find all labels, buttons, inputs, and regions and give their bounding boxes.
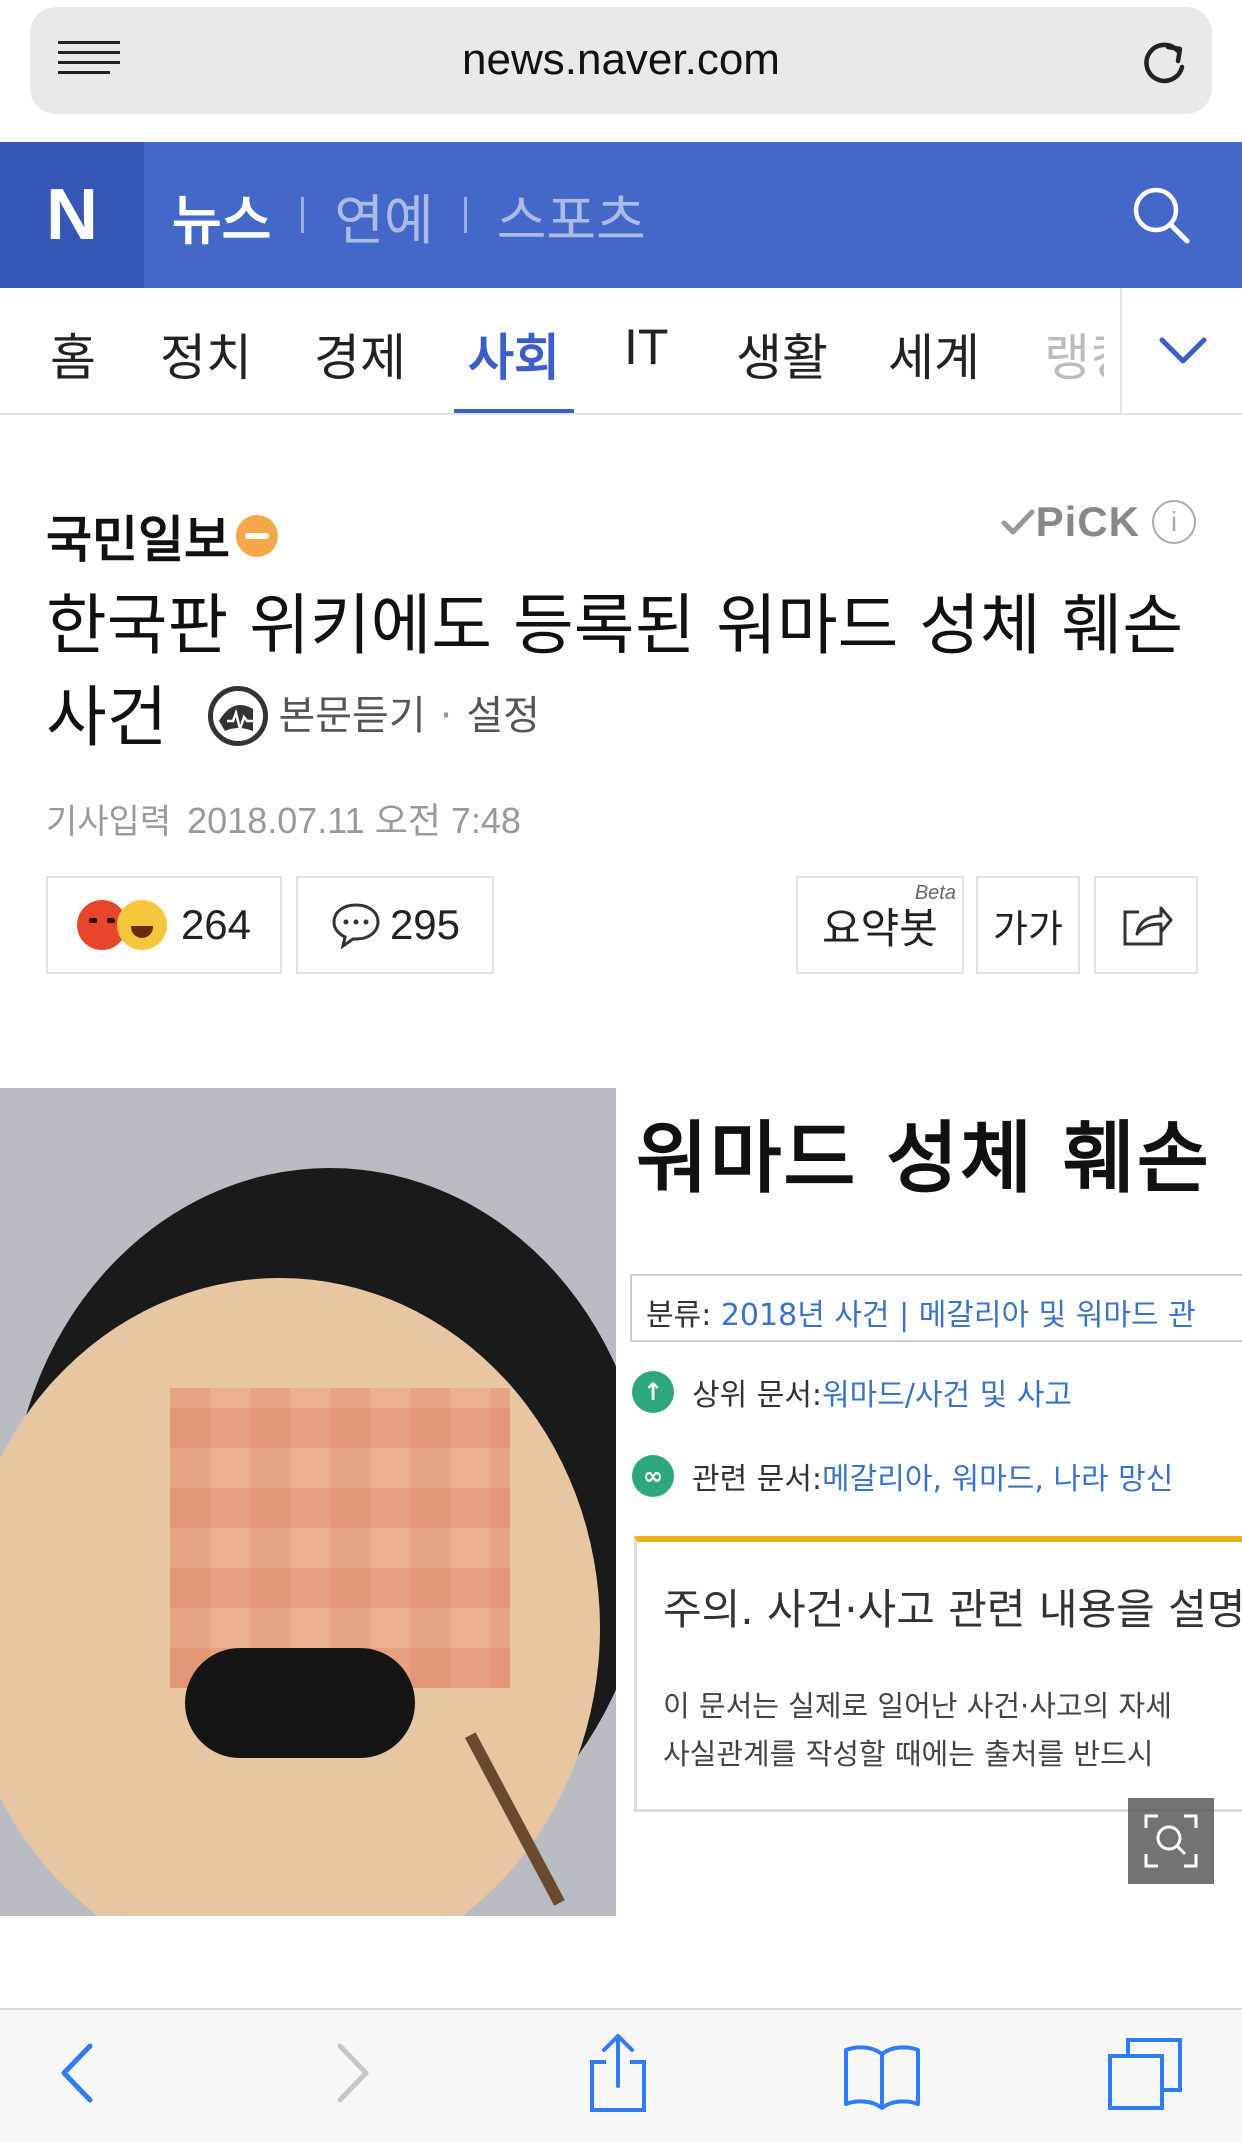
tab-divider [301, 197, 305, 233]
related-value: 메갈리아, 워마드, 나라 망신 [822, 1462, 1174, 1497]
arrow-up-icon: ↑ [632, 1371, 674, 1413]
browser-toolbar [0, 2008, 1242, 2142]
share-icon[interactable] [586, 2032, 650, 2114]
category-society[interactable]: 사회 [454, 318, 574, 413]
reaction-count: 264 [180, 901, 252, 948]
article-title-tail: 사건 [46, 679, 168, 756]
comment-button[interactable]: 295 [296, 876, 494, 974]
audio-listen-icon[interactable] [208, 685, 269, 746]
info-icon[interactable]: i [1152, 500, 1196, 544]
separator-dot: · [439, 692, 453, 739]
back-icon[interactable] [56, 2038, 100, 2108]
wiki-screenshot: 워마드 성체 훼손 분류: 2018년 사건 | 메갈리아 및 워마드 관 ↑ … [616, 1088, 1242, 1916]
notice-title: 주의. 사건·사고 관련 내용을 설명 [663, 1585, 1242, 1634]
listen-button[interactable]: 본문듣기 [278, 670, 425, 762]
comment-count: 295 [389, 901, 461, 948]
mosaic-blur [170, 1388, 510, 1688]
font-size-button[interactable]: 가가 [976, 876, 1080, 974]
naver-header: N 뉴스 연예 스포츠 [0, 142, 1242, 288]
address-bar[interactable]: news.naver.com [30, 7, 1212, 114]
naver-logo[interactable]: N [0, 142, 144, 288]
article-title-main: 한국판 위키에도 등록된 워마드 성체 훼손 [46, 587, 1184, 664]
font-size-label: 가가 [993, 906, 1063, 951]
check-icon [1001, 509, 1035, 535]
category-prefix: 분류: [646, 1298, 721, 1333]
share-icon [1123, 906, 1173, 946]
article-title: 한국판 위키에도 등록된 워마드 성체 훼손 사건 본문듣기 · 설정 [46, 580, 1206, 768]
wiki-notice-box: 주의. 사건·사고 관련 내용을 설명 이 문서는 실제로 일어난 사건·사고의… [634, 1536, 1242, 1812]
notice-text: 이 문서는 실제로 일어난 사건·사고의 자세 사실관계를 작성할 때에는 출처… [663, 1682, 1172, 1778]
chevron-down-icon [1159, 337, 1207, 364]
tab-news[interactable]: 뉴스 [172, 176, 271, 255]
zoom-icon [1144, 1814, 1198, 1868]
tab-divider [463, 197, 467, 233]
category-economy[interactable]: 경제 [314, 318, 406, 413]
drawn-mustache [185, 1648, 415, 1758]
notice-line-1: 이 문서는 실제로 일어난 사건·사고의 자세 [663, 1689, 1172, 1723]
category-more-button[interactable] [1120, 288, 1242, 413]
wiki-parent-doc: ↑ 상위 문서: 워마드/사건 및 사고 [632, 1370, 1072, 1414]
tab-sports[interactable]: 스포츠 [497, 176, 646, 255]
laugh-emoji-icon [116, 900, 167, 950]
press-name[interactable]: 국민일보 [46, 500, 278, 572]
related-label: 관련 문서: [692, 1462, 823, 1497]
date-value: 2018.07.11 오전 7:48 [187, 800, 521, 841]
search-icon[interactable] [1130, 184, 1192, 246]
reload-icon[interactable] [1138, 37, 1190, 89]
url-text[interactable]: news.naver.com [30, 35, 1212, 85]
press-label: 국민일보 [46, 511, 230, 569]
wiki-category: 분류: 2018년 사건 | 메갈리아 및 워마드 관 [630, 1274, 1242, 1342]
doll-photo [0, 1088, 616, 1916]
bookmarks-icon[interactable] [842, 2040, 922, 2110]
beta-badge: Beta [914, 882, 956, 904]
category-world[interactable]: 세계 [888, 318, 980, 413]
press-subscribe-icon[interactable] [236, 515, 278, 557]
category-politics[interactable]: 정치 [160, 318, 252, 413]
category-value: 2018년 사건 | 메갈리아 및 워마드 관 [720, 1298, 1196, 1333]
wiki-related-doc: ∞ 관련 문서: 메갈리아, 워마드, 나라 망신 [632, 1454, 1173, 1498]
wiki-title: 워마드 성체 훼손 [636, 1114, 1211, 1204]
category-nav: 홈 정치 경제 사회 IT 생활 세계 랭킹 [0, 288, 1242, 415]
browser-top-bar: news.naver.com [0, 0, 1242, 142]
zoom-button[interactable] [1128, 1798, 1214, 1884]
service-tabs: 뉴스 연예 스포츠 [172, 180, 646, 252]
summary-bot-button[interactable]: 요약봇 Beta [796, 876, 964, 974]
category-it[interactable]: IT [624, 318, 668, 413]
pick-label: PiCK [1035, 498, 1140, 545]
category-home[interactable]: 홈 [50, 318, 96, 413]
date-label: 기사입력 [46, 802, 172, 842]
settings-link[interactable]: 설정 [466, 670, 540, 762]
article-date: 기사입력 2018.07.11 오전 7:48 [46, 792, 521, 844]
tab-entertainment[interactable]: 연예 [334, 176, 433, 255]
pick-badge: PiCK i [1000, 498, 1196, 546]
tabs-icon[interactable] [1106, 2034, 1186, 2114]
forward-icon[interactable] [330, 2038, 374, 2108]
reaction-button[interactable]: 264 [46, 876, 282, 974]
notice-line-2: 사실관계를 작성할 때에는 출처를 반드시 [663, 1737, 1154, 1771]
parent-value: 워마드/사건 및 사고 [822, 1378, 1073, 1413]
article-image[interactable]: 워마드 성체 훼손 분류: 2018년 사건 | 메갈리아 및 워마드 관 ↑ … [0, 1088, 1242, 1916]
comment-icon [332, 903, 380, 949]
link-icon: ∞ [632, 1455, 674, 1497]
share-button[interactable] [1094, 876, 1198, 974]
parent-label: 상위 문서: [692, 1378, 823, 1413]
category-living[interactable]: 생활 [736, 318, 828, 413]
category-ranking[interactable]: 랭킹 [1044, 318, 1104, 413]
listen-controls: 본문듣기 · 설정 [208, 670, 540, 762]
